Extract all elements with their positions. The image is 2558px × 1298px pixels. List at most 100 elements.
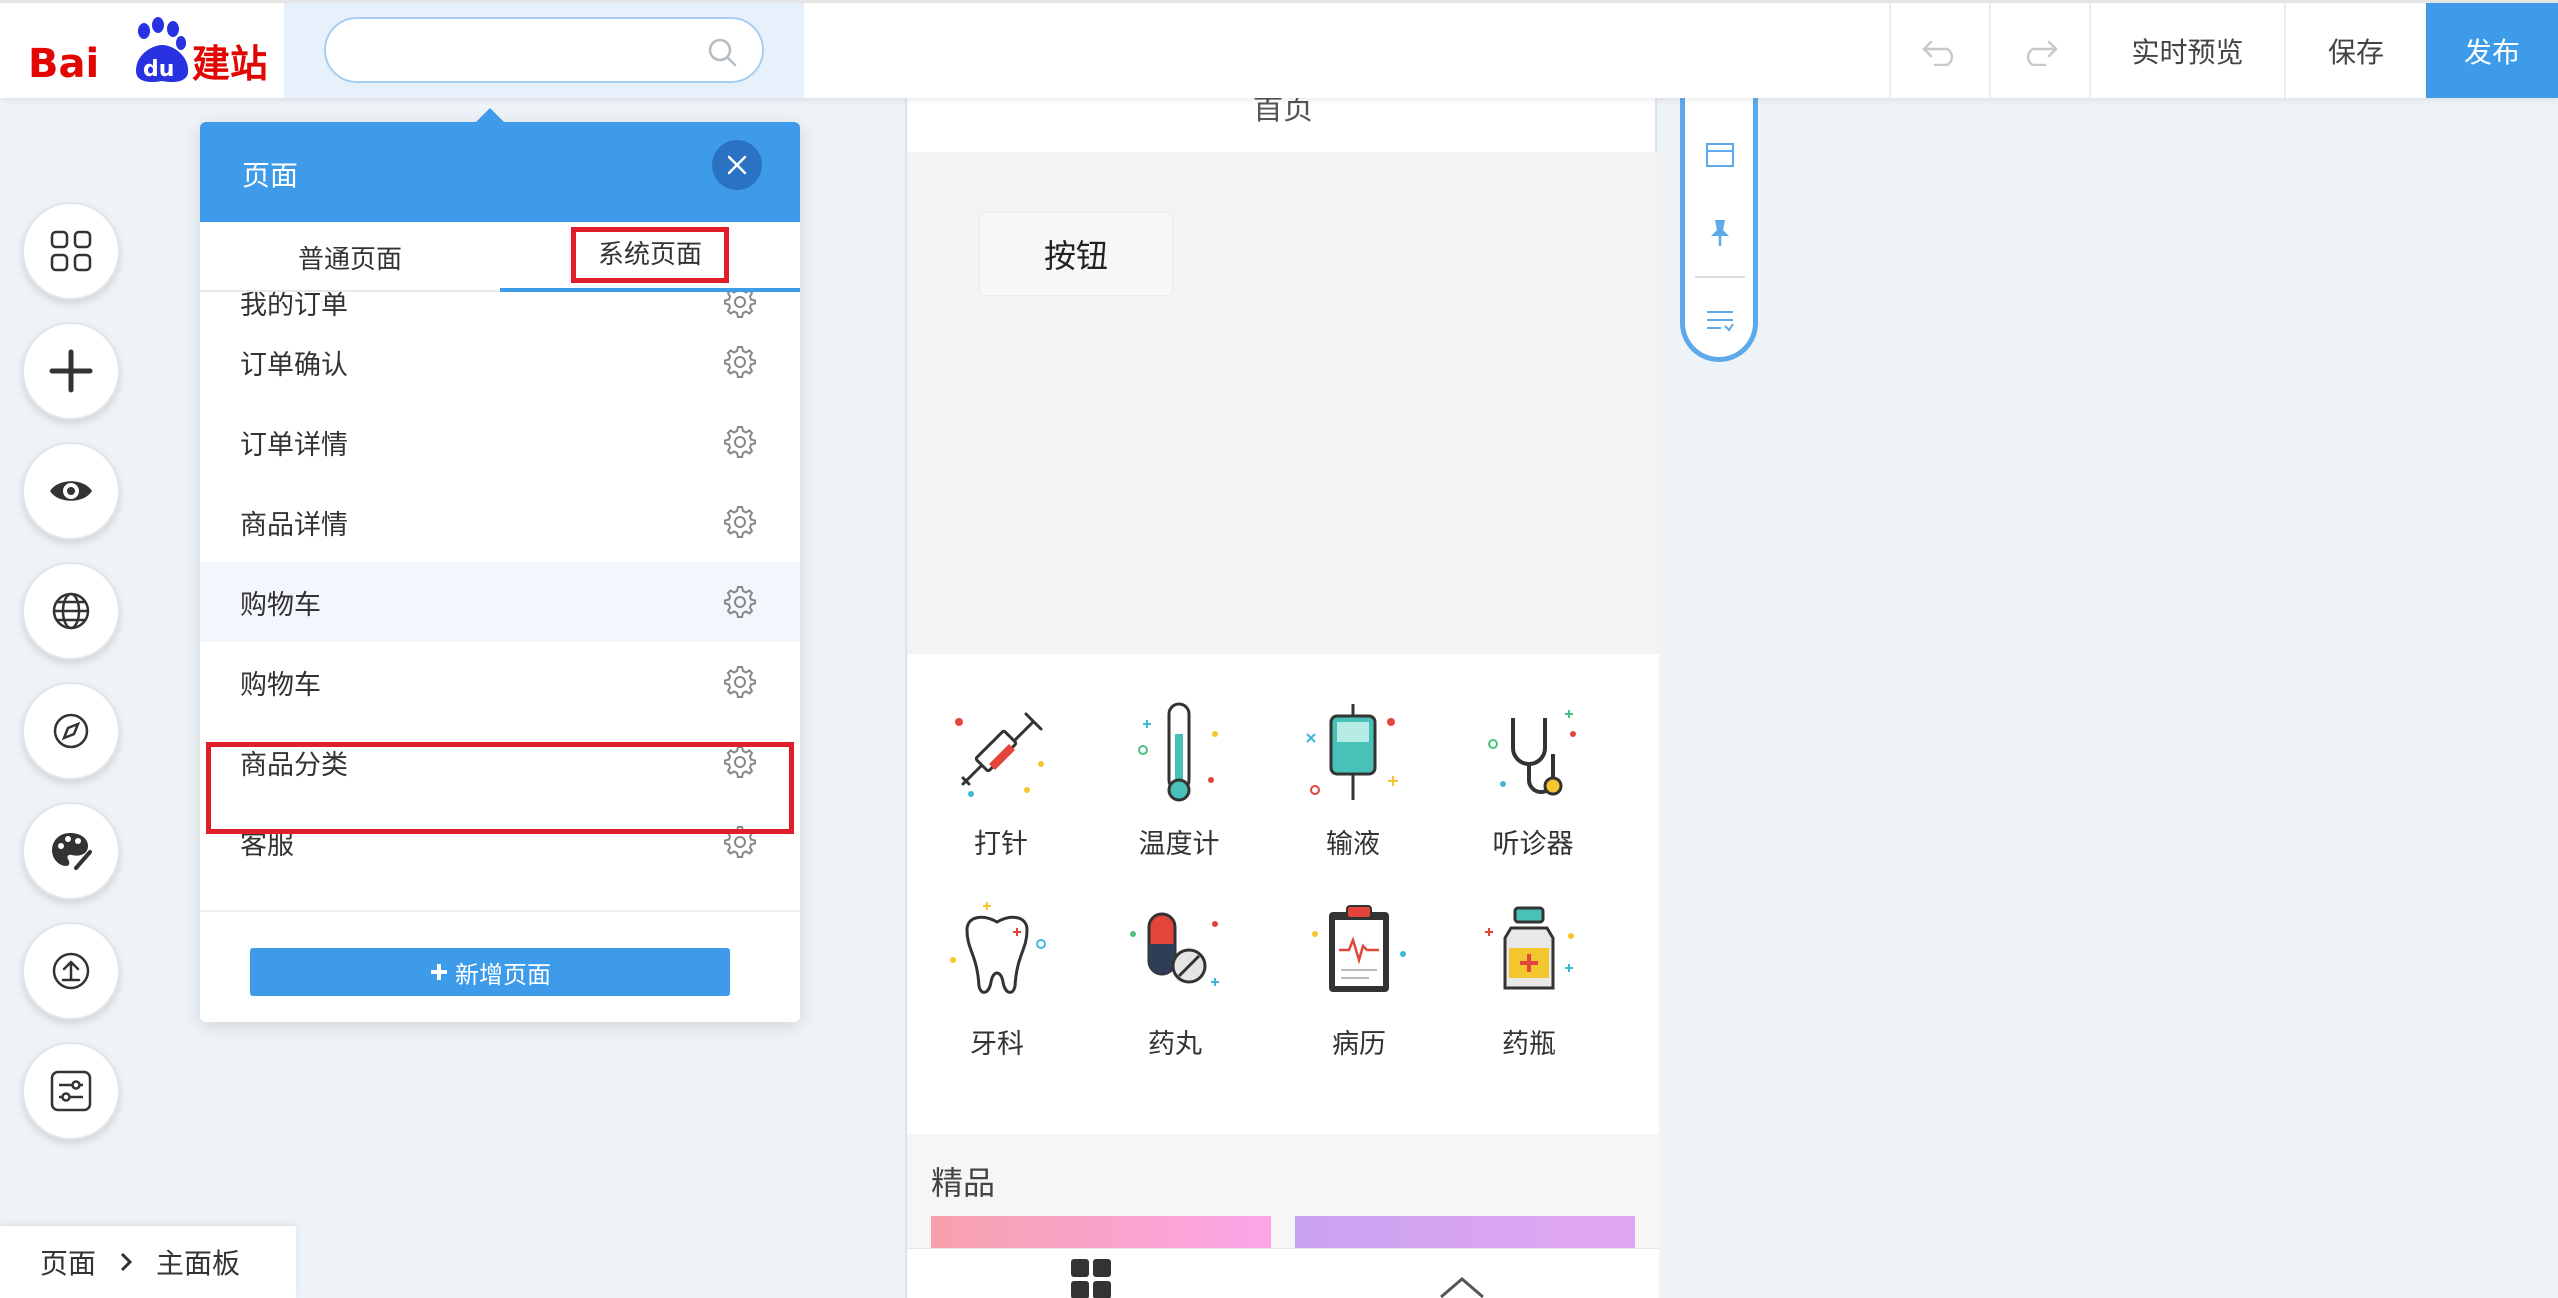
featured-title: 精品 [931,1164,996,1202]
iv-drip-icon [1306,704,1398,800]
page-row-product-detail[interactable]: 商品详情 [200,482,800,562]
medical-record-icon [1312,905,1406,992]
close-panel-button[interactable] [712,140,762,190]
nav-grid-icon[interactable] [1071,1259,1113,1298]
grid-item-pills[interactable]: 药丸 [1085,854,1265,1060]
tooth-icon [950,902,1046,994]
grid-item-tooth[interactable]: 牙科 [907,854,1087,1060]
globe-icon [52,592,90,630]
page-row-label: 商品详情 [240,509,348,541]
search-icon[interactable] [706,36,738,68]
add-page-label: 新增页面 [455,960,551,989]
tab-label: 普通页面 [297,244,402,275]
featured-banner[interactable] [931,1216,1271,1248]
gear-icon[interactable] [724,586,756,618]
grid-item-medical-record[interactable]: 病历 [1269,854,1449,1060]
gear-icon[interactable] [724,426,756,458]
settings-panel-button[interactable] [22,1042,120,1140]
button-section[interactable]: 按钮 [907,152,1659,654]
tab-normal-pages[interactable]: 普通页面 [200,222,500,292]
page-row-label: 我的订单 [240,292,348,321]
grid-item-label: 牙科 [970,1029,1024,1060]
redo-button[interactable] [1989,3,2089,98]
compass-search-icon [53,713,89,749]
breadcrumb: 页面 主面板 [0,1226,296,1298]
gear-icon[interactable] [724,506,756,538]
gear-icon[interactable] [724,292,756,318]
theme-button[interactable] [22,802,120,900]
featured-banner[interactable] [1295,1216,1635,1248]
upload-icon [52,952,90,990]
demo-button[interactable]: 按钮 [979,212,1173,296]
page-row-label: 客服 [240,829,294,861]
grid-item-syringe[interactable]: 打针 [911,654,1091,860]
components-button[interactable] [22,202,120,300]
gear-icon[interactable] [724,826,756,858]
page-row-order-confirm[interactable]: 订单确认 [200,322,800,402]
icon-grid: 打针 温度计 输液 听诊器 牙科 药丸 病历 药瓶 [907,654,1659,1134]
top-bar: Bai du 建站 实时预览 保存 发布 [0,0,2558,98]
text-lines-icon[interactable] [1705,306,1735,336]
eye-icon [50,481,92,501]
grid-item-label: 药丸 [1148,1029,1202,1060]
tool-separator [1695,276,1745,278]
baidu-jianzhan-logo[interactable]: Bai du 建站 [26,17,268,89]
grid-icon [50,230,92,272]
panel-header: 页面 [200,122,800,222]
gear-icon[interactable] [724,746,756,778]
pin-icon[interactable] [1705,218,1735,248]
gear-icon[interactable] [724,346,756,378]
phone-bottom-nav [907,1248,1659,1298]
medicine-bottle-icon [1485,906,1574,990]
page-row-label: 购物车 [240,589,321,621]
plus-icon [49,349,93,393]
palette-icon [52,833,92,870]
layout-icon[interactable] [1705,140,1735,170]
thermometer-icon [1138,702,1218,802]
panel-caret [474,108,506,124]
save-button[interactable]: 保存 [2284,3,2426,98]
preview-button[interactable] [22,442,120,540]
panel-title: 页面 [242,159,299,192]
page-row-label: 订单详情 [240,429,348,461]
nav-home-icon[interactable] [1437,1275,1487,1298]
close-icon [727,155,747,175]
undo-button[interactable] [1889,3,1989,98]
page-row-cart-2[interactable]: 购物车 [200,642,800,722]
breadcrumb-current: 主面板 [156,1247,241,1280]
search-box[interactable] [324,17,764,83]
gear-icon[interactable] [724,666,756,698]
page-row-label: 商品分类 [240,749,348,781]
grid-item-medicine-bottle[interactable]: 药瓶 [1439,854,1619,1060]
pills-icon [1130,912,1219,986]
page-row-product-category[interactable]: 商品分类 [200,722,800,802]
add-button[interactable] [22,322,120,420]
tab-label-highlighted: 系统页面 [570,227,729,283]
grid-item-stethoscope[interactable]: 听诊器 [1443,654,1623,860]
live-preview-button[interactable]: 实时预览 [2089,3,2284,98]
page-row-label: 购物车 [240,669,321,701]
page-type-tabs: 普通页面 系统页面 [200,222,800,292]
syringe-icon [955,712,1044,797]
grid-item-thermometer[interactable]: 温度计 [1089,654,1269,860]
tab-system-pages[interactable]: 系统页面 [500,222,800,292]
page-row-label: 订单确认 [240,349,348,381]
add-page-button[interactable]: 新增页面 [250,948,730,996]
search-input[interactable] [354,33,694,69]
seo-button[interactable] [22,682,120,780]
publish-button[interactable]: 发布 [2426,3,2558,98]
component-tool-strip [1680,70,1758,362]
breadcrumb-root[interactable]: 页面 [40,1242,96,1282]
grid-item-label: 药瓶 [1502,1029,1556,1060]
undo-icon [1922,40,1954,66]
upload-button[interactable] [22,922,120,1020]
logo-du-text: du [143,57,174,82]
chevron-right-icon [120,1252,133,1272]
grid-item-iv-drip[interactable]: 输液 [1263,654,1443,860]
page-list: 我的订单 订单确认 订单详情 商品详情 购物车 购物车 商品分类 客服 [200,292,800,910]
page-row-customer-service[interactable]: 客服 [200,802,800,882]
search-area [284,3,804,98]
page-row-order-detail[interactable]: 订单详情 [200,402,800,482]
site-settings-button[interactable] [22,562,120,660]
page-row-cart[interactable]: 购物车 [200,562,800,642]
